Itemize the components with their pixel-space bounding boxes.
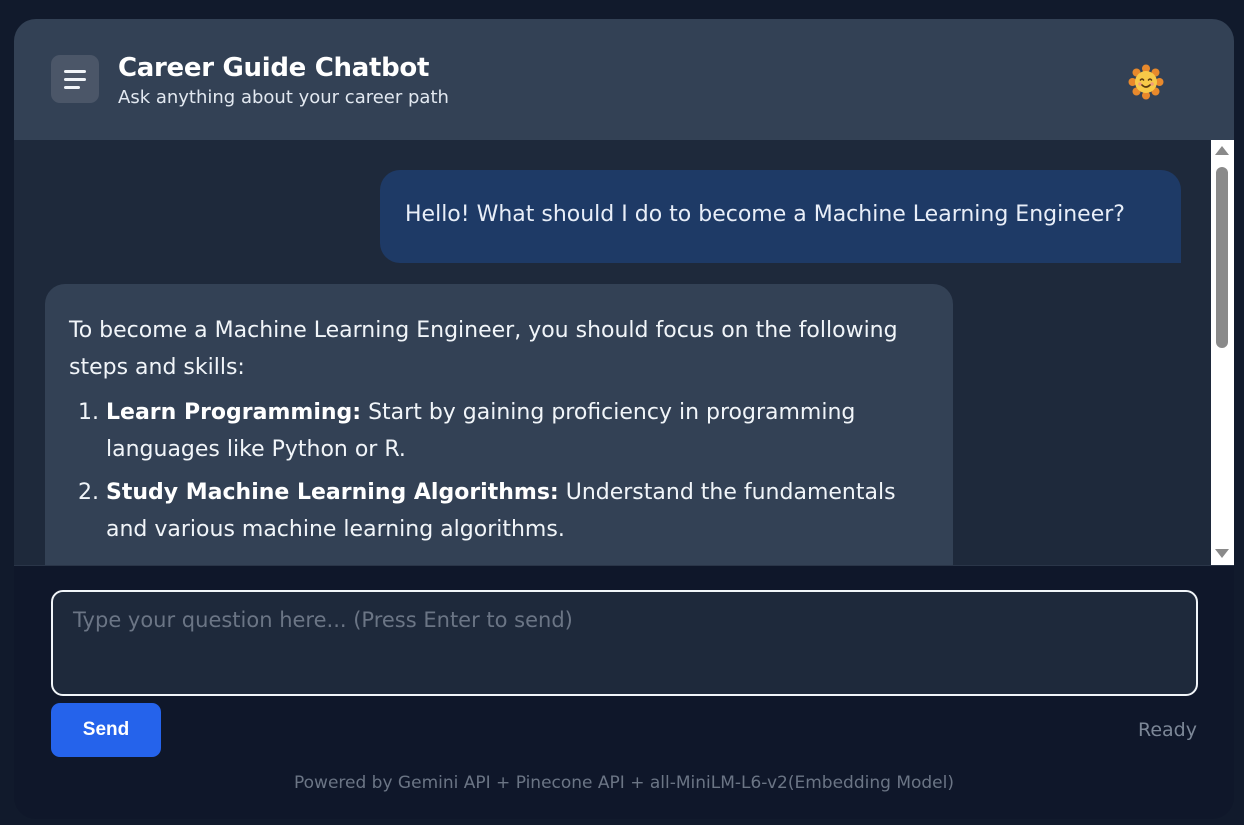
- list-item: Study Machine Learning Algorithms: Under…: [106, 474, 933, 548]
- footer-credits: Powered by Gemini API + Pinecone API + a…: [294, 773, 954, 793]
- list-item: Learn Programming: Start by gaining prof…: [106, 394, 933, 468]
- scroll-thumb[interactable]: [1216, 167, 1228, 348]
- bot-message: To become a Machine Learning Engineer, y…: [45, 284, 953, 565]
- user-message: Hello! What should I do to become a Mach…: [380, 170, 1181, 263]
- scroll-up-arrow-icon[interactable]: [1215, 146, 1229, 155]
- question-input[interactable]: [51, 590, 1198, 696]
- message-list[interactable]: Hello! What should I do to become a Mach…: [14, 140, 1211, 565]
- list-item-title: Learn Programming:: [106, 400, 362, 425]
- send-button[interactable]: Send: [51, 703, 161, 757]
- bot-message-intro: To become a Machine Learning Engineer, y…: [69, 318, 898, 380]
- chat-window: Career Guide Chatbot Ask anything about …: [14, 19, 1234, 819]
- scroll-down-arrow-icon[interactable]: [1215, 549, 1229, 558]
- bot-message-list: Learn Programming: Start by gaining prof…: [69, 394, 933, 548]
- page-title: Career Guide Chatbot: [118, 53, 430, 83]
- page-subtitle: Ask anything about your career path: [118, 87, 449, 108]
- list-item-title: Study Machine Learning Algorithms:: [106, 480, 559, 505]
- hamburger-menu-icon[interactable]: [51, 55, 99, 103]
- smiling-sun-emoji-icon: [1128, 64, 1164, 100]
- chat-header: Career Guide Chatbot Ask anything about …: [14, 19, 1234, 140]
- chat-scrollbar[interactable]: [1211, 140, 1234, 565]
- divider: [14, 565, 1234, 566]
- status-text: Ready: [1138, 719, 1197, 741]
